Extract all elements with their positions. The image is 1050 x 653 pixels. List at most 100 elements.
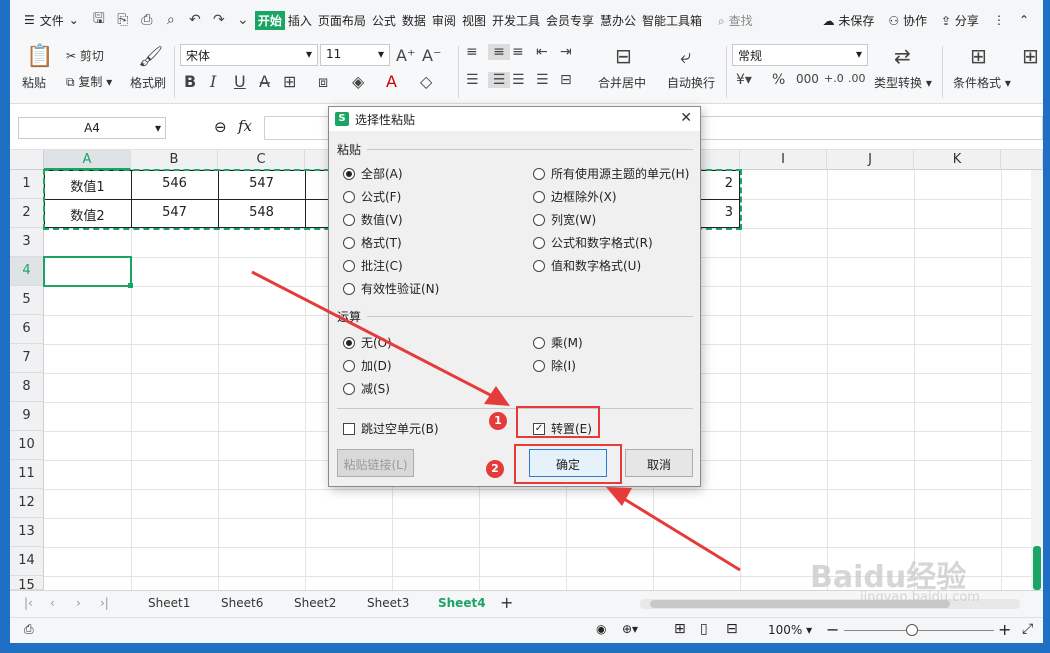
tab-developer[interactable]: 开发工具 [489, 12, 543, 29]
normal-view-icon[interactable]: ⊞ [674, 621, 686, 637]
indent-decrease-icon[interactable]: ⇤ [536, 44, 548, 60]
thousands-icon[interactable]: 000 [796, 72, 819, 86]
row-header[interactable]: 6 [10, 315, 44, 344]
radio-op-subtract[interactable]: 减(S) [343, 380, 390, 397]
table-style-icon[interactable]: ⊞ [1022, 44, 1039, 68]
tab-smart-tools[interactable]: 智能工具箱 [639, 12, 705, 29]
tab-formula[interactable]: 公式 [369, 12, 399, 29]
paste-link-button[interactable]: 粘贴链接(L) [337, 449, 414, 477]
merge-center-button[interactable]: 合并居中 [598, 74, 646, 91]
radio-paste-formats[interactable]: 格式(T) [343, 234, 402, 251]
currency-icon[interactable]: ¥▾ [736, 72, 752, 88]
decimal-decrease-icon[interactable]: .00 [848, 72, 866, 85]
export-icon[interactable]: ⎘ [111, 12, 135, 28]
column-header[interactable]: B [131, 150, 218, 170]
zoom-slider[interactable] [844, 630, 994, 631]
row-header[interactable]: 14 [10, 547, 44, 576]
paste-icon[interactable]: 📋 [26, 44, 53, 69]
radio-op-none[interactable]: 无(O) [343, 334, 392, 351]
undo-icon[interactable]: ↶ [183, 12, 207, 28]
format-painter-icon[interactable]: 🖌 [138, 44, 163, 68]
clear-format-icon[interactable]: ◇ [420, 72, 432, 91]
align-bottom-icon[interactable]: ≡ [512, 44, 524, 60]
underline-icon[interactable]: U [234, 72, 246, 91]
percent-icon[interactable]: % [772, 72, 785, 88]
radio-paste-validation[interactable]: 有效性验证(N) [343, 280, 439, 297]
align-left-icon[interactable]: ☰ [466, 72, 479, 88]
select-all-corner[interactable] [10, 150, 44, 170]
row-header[interactable]: 11 [10, 460, 44, 489]
distributed-icon[interactable]: ⊟ [560, 72, 572, 88]
radio-paste-formulas-numbers[interactable]: 公式和数字格式(R) [533, 234, 653, 251]
font-name-select[interactable]: 宋体 ▾ [180, 44, 318, 66]
tab-insert[interactable]: 插入 [285, 12, 315, 29]
radio-op-divide[interactable]: 除(I) [533, 357, 576, 374]
next-sheet-icon[interactable]: › [76, 596, 81, 610]
last-sheet-icon[interactable]: ›| [100, 596, 109, 610]
row-header[interactable]: 7 [10, 344, 44, 373]
print-icon[interactable]: ⎙ [135, 12, 159, 28]
sheet-tab-active[interactable]: Sheet4 [438, 596, 486, 610]
macro-icon[interactable]: ⎙ [24, 622, 34, 637]
vertical-scroll-thumb[interactable] [1033, 546, 1041, 590]
tab-huibangong[interactable]: 慧办公 [597, 12, 639, 29]
radio-paste-comments[interactable]: 批注(C) [343, 257, 403, 274]
radio-paste-all[interactable]: 全部(A) [343, 165, 403, 182]
wrap-icon[interactable]: ⤶ [680, 44, 691, 68]
sheet-tab[interactable]: Sheet2 [294, 596, 336, 610]
first-sheet-icon[interactable]: |‹ [24, 596, 33, 610]
align-middle-icon[interactable]: ≡ [488, 44, 510, 60]
vertical-scrollbar[interactable] [1031, 170, 1043, 590]
collapse-icon[interactable]: ⌃ [1019, 13, 1029, 27]
sheet-tab[interactable]: Sheet6 [221, 596, 263, 610]
row-header[interactable]: 4 [10, 257, 44, 286]
type-convert-button[interactable]: 类型转换 ▾ [874, 74, 932, 91]
radio-op-add[interactable]: 加(D) [343, 357, 392, 374]
active-cell-a4[interactable] [43, 256, 132, 287]
unsaved-button[interactable]: ☁ 未保存 [823, 12, 875, 29]
redo-icon[interactable]: ↷ [207, 12, 231, 28]
zoom-search-icon[interactable]: ⊖ [214, 118, 227, 136]
zoom-slider-thumb[interactable] [906, 624, 918, 636]
zoom-level[interactable]: 100% ▾ [768, 623, 812, 637]
column-header[interactable]: J [827, 150, 914, 170]
radio-paste-formulas[interactable]: 公式(F) [343, 188, 401, 205]
fill-handle[interactable] [128, 283, 133, 288]
fx-icon[interactable]: fx [238, 117, 252, 135]
skip-blanks-checkbox[interactable]: 跳过空单元(B) [343, 420, 439, 437]
more-options-icon[interactable]: ⋮ [993, 13, 1005, 27]
row-header[interactable]: 8 [10, 373, 44, 402]
page-break-view-icon[interactable]: ⊟ [726, 621, 738, 637]
align-center-icon[interactable]: ☰ [488, 72, 510, 88]
save-icon[interactable]: 🖫 [87, 8, 111, 32]
column-header[interactable]: K [914, 150, 1001, 170]
radio-paste-values[interactable]: 数值(V) [343, 211, 403, 228]
prev-sheet-icon[interactable]: ‹ [50, 596, 55, 610]
radio-paste-source-theme[interactable]: 所有使用源主题的单元(H) [533, 165, 689, 182]
more-icon[interactable]: ⌄ [231, 12, 255, 28]
merge-icon[interactable]: ⊟ [615, 44, 632, 68]
page-layout-view-icon[interactable]: ▯ [700, 621, 708, 637]
close-icon[interactable]: ✕ [680, 110, 692, 126]
conditional-format-icon[interactable]: ⊞ [970, 44, 987, 68]
tab-view[interactable]: 视图 [459, 12, 489, 29]
row-header[interactable]: 15 [10, 576, 44, 593]
conditional-format-button[interactable]: 条件格式 ▾ [953, 74, 1011, 91]
radio-paste-no-borders[interactable]: 边框除外(X) [533, 188, 617, 205]
column-header[interactable] [1001, 150, 1043, 170]
row-header[interactable]: 12 [10, 489, 44, 518]
share-button[interactable]: ⇪ 分享 [941, 12, 979, 29]
format-painter-button[interactable]: 格式刷 [130, 74, 166, 91]
column-header[interactable]: C [218, 150, 305, 170]
radio-paste-column-widths[interactable]: 列宽(W) [533, 211, 596, 228]
decimal-increase-icon[interactable]: +.0 [824, 72, 844, 85]
effects-icon[interactable]: ⧈ [318, 72, 328, 92]
bold-icon[interactable]: B [184, 72, 196, 91]
font-grow-icon[interactable]: A⁺ [396, 46, 415, 65]
eye-protect-icon[interactable]: ◉ [596, 622, 606, 636]
collab-button[interactable]: ⚇ 协作 [888, 12, 927, 29]
row-header[interactable]: 1 [10, 170, 44, 199]
type-convert-icon[interactable]: ⇄ [894, 44, 911, 68]
italic-icon[interactable]: I [210, 72, 216, 91]
tab-data[interactable]: 数据 [399, 12, 429, 29]
